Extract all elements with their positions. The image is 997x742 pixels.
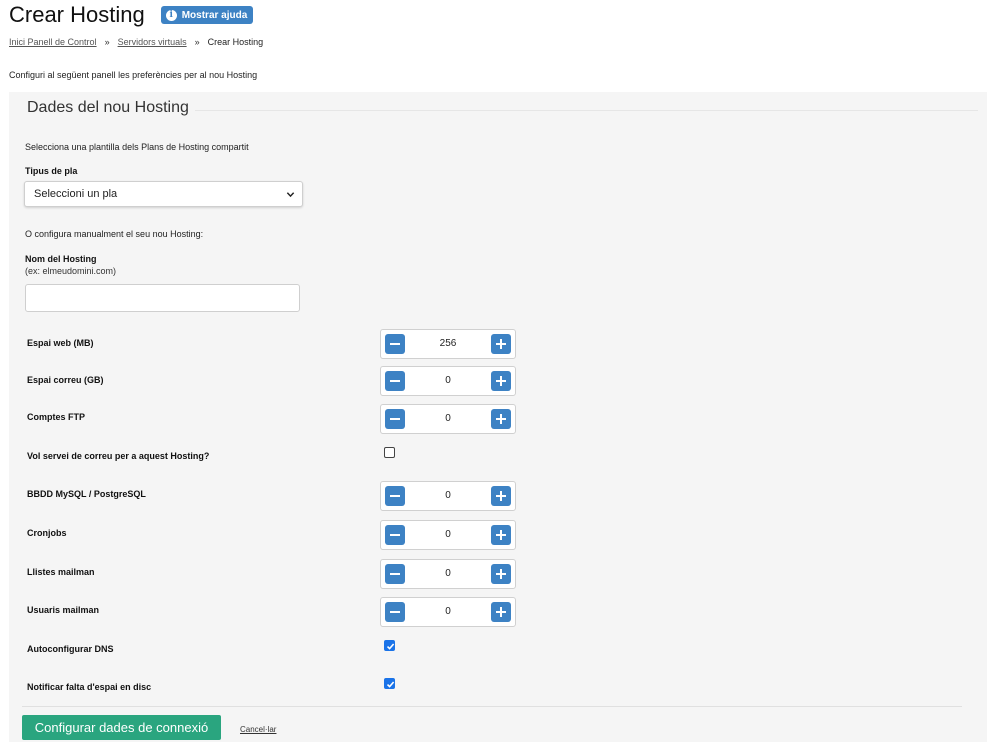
decrement-button[interactable] xyxy=(385,602,405,622)
breadcrumb-separator: » xyxy=(194,37,200,47)
breadcrumb-link-virtual-servers[interactable]: Servidors virtuals xyxy=(118,37,187,47)
hosting-name-label: Nom del Hosting xyxy=(25,254,97,264)
autoconfig-dns-checkbox[interactable] xyxy=(384,640,395,651)
form-divider xyxy=(22,706,962,707)
field-label-autoconfig-dns: Autoconfigurar DNS xyxy=(27,644,114,654)
decrement-button[interactable] xyxy=(385,564,405,584)
minus-icon xyxy=(390,380,400,382)
increment-button[interactable] xyxy=(491,486,511,506)
mail-service-checkbox[interactable] xyxy=(384,447,395,458)
show-help-button[interactable]: i Mostrar ajuda xyxy=(160,6,254,24)
minus-icon xyxy=(390,495,400,497)
cancel-link[interactable]: Cancel·lar xyxy=(240,725,276,734)
plan-select-value: Seleccioni un pla xyxy=(34,188,118,200)
breadcrumb-current: Crear Hosting xyxy=(207,37,264,47)
increment-button[interactable] xyxy=(491,602,511,622)
decrement-button[interactable] xyxy=(385,334,405,354)
decrement-button[interactable] xyxy=(385,525,405,545)
web-space-stepper[interactable]: 256 xyxy=(380,329,516,359)
mailman-users-stepper[interactable]: 0 xyxy=(380,597,516,627)
field-label-mail-space: Espai correu (GB) xyxy=(27,375,104,385)
stepper-value[interactable]: 256 xyxy=(409,330,487,358)
stepper-value[interactable]: 0 xyxy=(409,482,487,510)
field-label-mailman-users: Usuaris mailman xyxy=(27,605,100,615)
field-label-databases: BBDD MySQL / PostgreSQL xyxy=(27,489,146,499)
plan-type-label: Tipus de pla xyxy=(25,166,78,176)
plan-select[interactable]: Seleccioni un pla xyxy=(24,181,303,207)
hosting-name-hint: (ex: elmeudomini.com) xyxy=(25,266,117,276)
manual-prompt: O configura manualment el seu nou Hostin… xyxy=(25,229,204,239)
increment-button[interactable] xyxy=(491,525,511,545)
chevron-down-icon xyxy=(286,192,295,198)
minus-icon xyxy=(390,418,400,420)
field-label-mail-service: Vol servei de correu per a aquest Hostin… xyxy=(27,451,210,461)
intro-text: Configuri al següent panell les preferèn… xyxy=(9,70,258,80)
hosting-data-panel: Dades del nou Hosting Selecciona una pla… xyxy=(9,92,987,742)
decrement-button[interactable] xyxy=(385,409,405,429)
stepper-value[interactable]: 0 xyxy=(409,521,487,549)
breadcrumb: Inici Panell de Control » Servidors virt… xyxy=(9,37,263,47)
decrement-button[interactable] xyxy=(385,486,405,506)
panel-legend: Dades del nou Hosting xyxy=(27,99,195,117)
minus-icon xyxy=(390,573,400,575)
title-row: Crear Hosting i Mostrar ajuda xyxy=(9,0,254,30)
increment-button[interactable] xyxy=(491,564,511,584)
checkmark-icon xyxy=(386,681,395,688)
show-help-label: Mostrar ajuda xyxy=(181,9,248,21)
increment-button[interactable] xyxy=(491,409,511,429)
page-title: Crear Hosting xyxy=(9,2,145,27)
field-label-mailman-lists: Llistes mailman xyxy=(27,567,95,577)
hosting-name-input[interactable] xyxy=(25,284,300,312)
minus-icon xyxy=(390,534,400,536)
field-label-ftp-accounts: Comptes FTP xyxy=(27,412,86,422)
minus-icon xyxy=(390,611,400,613)
checkmark-icon xyxy=(386,643,395,650)
stepper-value[interactable]: 0 xyxy=(409,598,487,626)
breadcrumb-separator: » xyxy=(104,37,110,47)
minus-icon xyxy=(390,343,400,345)
increment-button[interactable] xyxy=(491,334,511,354)
stepper-value[interactable]: 0 xyxy=(409,560,487,588)
increment-button[interactable] xyxy=(491,371,511,391)
mailman-lists-stepper[interactable]: 0 xyxy=(380,559,516,589)
field-label-disk-space-alert: Notificar falta d'espai en disc xyxy=(27,682,152,692)
field-label-cronjobs: Cronjobs xyxy=(27,528,67,538)
stepper-value[interactable]: 0 xyxy=(409,405,487,433)
field-label-web-space: Espai web (MB) xyxy=(27,338,94,348)
template-prompt: Selecciona una plantilla dels Plans de H… xyxy=(25,142,249,152)
databases-stepper[interactable]: 0 xyxy=(380,481,516,511)
decrement-button[interactable] xyxy=(385,371,405,391)
stepper-value[interactable]: 0 xyxy=(409,367,487,395)
ftp-accounts-stepper[interactable]: 0 xyxy=(380,404,516,434)
cronjobs-stepper[interactable]: 0 xyxy=(380,520,516,550)
disk-space-alert-checkbox[interactable] xyxy=(384,678,395,689)
configure-connection-button[interactable]: Configurar dades de connexió xyxy=(22,715,221,740)
breadcrumb-link-control-panel[interactable]: Inici Panell de Control xyxy=(9,37,97,47)
mail-space-stepper[interactable]: 0 xyxy=(380,366,516,396)
info-icon: i xyxy=(165,9,177,21)
